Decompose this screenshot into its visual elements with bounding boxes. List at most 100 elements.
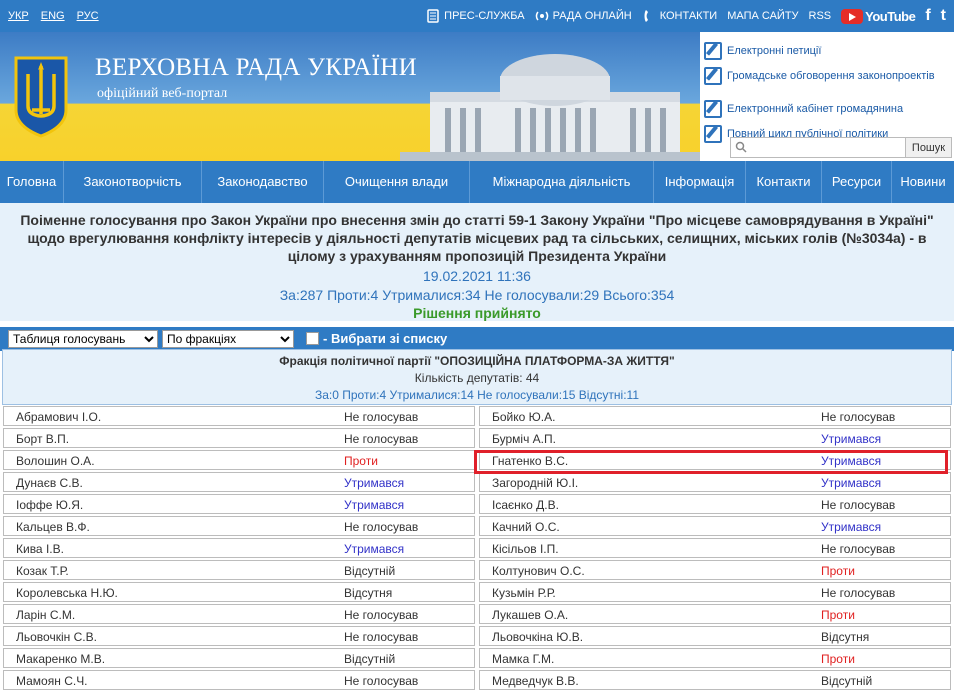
deputy-row: Загородній Ю.І. Утримався	[479, 472, 951, 492]
site-subtitle: офіційний веб-портал	[97, 86, 228, 101]
search-icon	[735, 141, 747, 153]
lang-rus-link[interactable]: РУС	[77, 10, 99, 22]
nav-lustration[interactable]: Очищення влади	[324, 161, 470, 203]
deputy-name: Макаренко М.В.	[16, 652, 106, 666]
nav-legislation[interactable]: Законодавство	[202, 161, 324, 203]
vote-date: 19.02.2021 11:36	[423, 268, 531, 284]
nav-information[interactable]: Інформація	[654, 161, 746, 203]
deputy-row: Іоффе Ю.Я. Утримався	[3, 494, 475, 514]
deputy-row: Абрамович І.О. Не голосував	[3, 406, 475, 426]
vote-info: Поіменне голосування про Закон України п…	[0, 203, 954, 321]
twitter-icon[interactable]: t	[941, 7, 946, 25]
deputy-name: Лукашев О.А.	[492, 608, 569, 622]
deputy-name: Льовочкіна Ю.В.	[492, 630, 584, 644]
deputy-row: Дунаєв С.В. Утримався	[3, 472, 475, 492]
deputy-vote-status: Відсутній	[821, 674, 873, 688]
deputy-vote-status: Не голосував	[344, 432, 419, 446]
vote-title: Поіменне голосування про Закон України п…	[20, 212, 934, 264]
deputy-row: Гнатенко В.С. Утримався	[479, 450, 951, 470]
deputy-vote-status: Утримався	[821, 520, 882, 534]
deputy-vote-status: Не голосував	[821, 586, 896, 600]
deputy-vote-status: Не голосував	[344, 520, 419, 534]
youtube-icon	[841, 8, 864, 24]
press-service-link[interactable]: ПРЕС-СЛУЖБА	[426, 9, 525, 23]
search-input[interactable]	[730, 137, 906, 158]
deputy-row: Бурміч А.П. Утримався	[479, 428, 951, 448]
deputies-grid: Абрамович І.О. Не голосував Борт В.П. Не го…	[0, 406, 954, 694]
rada-online-link[interactable]: РАДА ОНЛАЙН	[535, 9, 632, 23]
coat-of-arms-icon[interactable]	[12, 54, 70, 138]
e-cabinet-link[interactable]: Електронний кабінет громадянина	[704, 96, 935, 121]
deputy-row: Ісаєнко Д.В. Не голосував	[479, 494, 951, 514]
deputy-vote-status: Проти	[344, 454, 378, 468]
deputy-row: Борт В.П. Не голосував	[3, 428, 475, 448]
deputy-name: Кісільов І.П.	[492, 542, 559, 556]
public-discussion-label: Громадське обговорення законопроектів	[727, 69, 935, 82]
choose-from-list-label: - Вибрати зі списку	[323, 331, 448, 346]
search-button[interactable]: Пошук	[906, 137, 952, 158]
deputy-vote-status: Утримався	[821, 454, 882, 468]
deputy-name: Колтунович О.С.	[492, 564, 585, 578]
newspaper-icon	[427, 9, 439, 23]
lang-eng-link[interactable]: ENG	[41, 10, 65, 22]
deputy-row: Бойко Ю.А. Не голосував	[479, 406, 951, 426]
site-title[interactable]: ВЕРХОВНА РАДА УКРАЇНИ	[95, 54, 417, 82]
lang-ukr-link[interactable]: УКР	[8, 10, 29, 22]
phone-icon	[644, 10, 648, 22]
deputy-vote-status: Відсутній	[344, 652, 396, 666]
nav-international[interactable]: Міжнародна діяльність	[470, 161, 654, 203]
rss-link[interactable]: RSS	[809, 10, 832, 22]
nav-news[interactable]: Новини	[892, 161, 954, 203]
deputy-row: Кісільов І.П. Не голосував	[479, 538, 951, 558]
deputy-vote-status: Не голосував	[344, 630, 419, 644]
contacts-link[interactable]: КОНТАКТИ	[642, 9, 718, 23]
deputy-vote-status: Не голосував	[344, 674, 419, 688]
deputy-row: Лукашев О.А. Проти	[479, 604, 951, 624]
public-services: Електронні петиції Громадське обговоренн…	[704, 38, 935, 146]
deputy-vote-status: Утримався	[821, 476, 882, 490]
nav-contacts[interactable]: Контакти	[746, 161, 822, 203]
deputy-vote-status: Утримався	[344, 498, 405, 512]
faction-summary: Фракція політичної партії "ОПОЗИЦІЙНА ПЛ…	[2, 349, 952, 405]
vote-stats: За:287 Проти:4 Утрималися:34 Не голосува…	[279, 287, 675, 303]
deputy-name: Волошин О.А.	[16, 454, 95, 468]
deputy-vote-status: Не голосував	[821, 498, 896, 512]
deputy-row: Макаренко М.В. Відсутній	[3, 648, 475, 668]
public-discussion-link[interactable]: Громадське обговорення законопроектів	[704, 63, 935, 88]
deputy-vote-status: Утримався	[821, 432, 882, 446]
nav-resources[interactable]: Ресурси	[822, 161, 892, 203]
view-select[interactable]: Таблиця голосувань	[8, 330, 158, 348]
deputy-vote-status: Проти	[821, 564, 855, 578]
deputy-name: Абрамович І.О.	[16, 410, 102, 424]
nav-home[interactable]: Головна	[0, 161, 64, 203]
edit-icon	[704, 41, 722, 60]
deputy-name: Загородній Ю.І.	[492, 476, 579, 490]
deputy-vote-status: Утримався	[344, 476, 405, 490]
facebook-icon[interactable]: f	[925, 7, 930, 25]
deputy-name: Льовочкін С.В.	[16, 630, 97, 644]
group-select[interactable]: По фракціях	[162, 330, 294, 348]
deputy-row: Мамка Г.М. Проти	[479, 648, 951, 668]
choose-from-list-checkbox[interactable]	[306, 332, 319, 345]
youtube-link[interactable]: YouTube	[841, 8, 916, 24]
e-petitions-link[interactable]: Електронні петиції	[704, 38, 935, 63]
filter-bar: Таблиця голосувань По фракціях - Вибрати…	[0, 327, 954, 351]
deputy-name: Бойко Ю.А.	[492, 410, 556, 424]
sitemap-link[interactable]: МАПА САЙТУ	[727, 10, 798, 22]
press-service-label: ПРЕС-СЛУЖБА	[444, 10, 525, 22]
main-nav: Головна Законотворчість Законодавство Оч…	[0, 161, 954, 203]
top-links: ПРЕС-СЛУЖБА РАДА ОНЛАЙН КОНТАКТИ МАПА СА…	[426, 7, 946, 25]
nav-lawmaking[interactable]: Законотворчість	[64, 161, 202, 203]
deputy-row: Кузьмін Р.Р. Не голосував	[479, 582, 951, 602]
rss-label: RSS	[808, 10, 832, 22]
deputy-row: Ларін С.М. Не голосував	[3, 604, 475, 624]
faction-name: Фракція політичної партії "ОПОЗИЦІЙНА ПЛ…	[279, 354, 675, 368]
deputy-vote-status: Не голосував	[821, 542, 896, 556]
deputy-vote-status: Утримався	[344, 542, 405, 556]
deputy-name: Козак Т.Р.	[16, 564, 69, 578]
deputy-name: Кузьмін Р.Р.	[492, 586, 556, 600]
contacts-label: КОНТАКТИ	[659, 10, 718, 22]
deputy-name: Бурміч А.П.	[492, 432, 556, 446]
e-petitions-label: Електронні петиції	[727, 44, 822, 57]
deputy-row: Медведчук В.В. Відсутній	[479, 670, 951, 690]
